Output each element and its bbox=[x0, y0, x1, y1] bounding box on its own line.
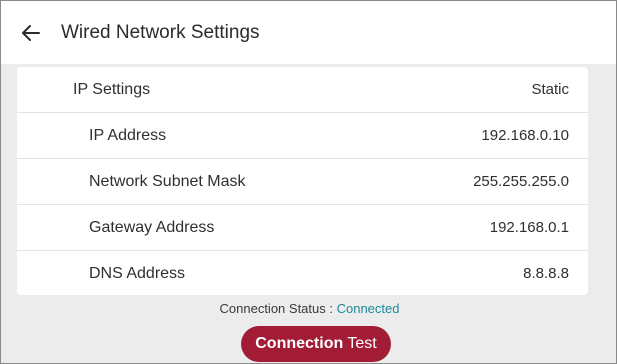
connection-test-button[interactable]: Connection Test bbox=[241, 326, 391, 362]
connection-status: Connection Status : Connected bbox=[1, 301, 616, 316]
header-bar: Wired Network Settings bbox=[1, 1, 616, 64]
arrow-left-icon[interactable] bbox=[21, 23, 41, 43]
ip-settings-row[interactable]: IP Settings Static bbox=[17, 67, 588, 112]
ip-address-value: 192.168.0.10 bbox=[481, 127, 569, 144]
connection-status-value: Connected bbox=[336, 301, 400, 316]
screen: Wired Network Settings IP Settings Stati… bbox=[0, 0, 617, 364]
ip-settings-label: IP Settings bbox=[73, 80, 151, 98]
gateway-address-value: 192.168.0.1 bbox=[489, 219, 569, 236]
dns-address-value: 8.8.8.8 bbox=[523, 265, 569, 282]
dns-address-label: DNS Address bbox=[89, 264, 186, 282]
subnet-mask-row[interactable]: Network Subnet Mask 255.255.255.0 bbox=[17, 159, 588, 204]
ip-address-label: IP Address bbox=[89, 126, 167, 144]
gateway-address-row[interactable]: Gateway Address 192.168.0.1 bbox=[17, 205, 588, 250]
subnet-mask-value: 255.255.255.0 bbox=[473, 173, 569, 190]
settings-panel: IP Settings Static IP Address 192.168.0.… bbox=[17, 67, 588, 295]
ip-settings-value: Static bbox=[531, 81, 569, 98]
gateway-address-label: Gateway Address bbox=[89, 218, 215, 236]
subnet-mask-label: Network Subnet Mask bbox=[89, 172, 246, 190]
connection-test-label-rest: Test bbox=[343, 335, 377, 352]
connection-status-label: Connection Status : bbox=[219, 301, 337, 316]
ip-address-row[interactable]: IP Address 192.168.0.10 bbox=[17, 113, 588, 158]
dns-address-row[interactable]: DNS Address 8.8.8.8 bbox=[17, 251, 588, 295]
connection-test-label-bold: Connection bbox=[255, 335, 344, 352]
page-title: Wired Network Settings bbox=[61, 22, 260, 43]
